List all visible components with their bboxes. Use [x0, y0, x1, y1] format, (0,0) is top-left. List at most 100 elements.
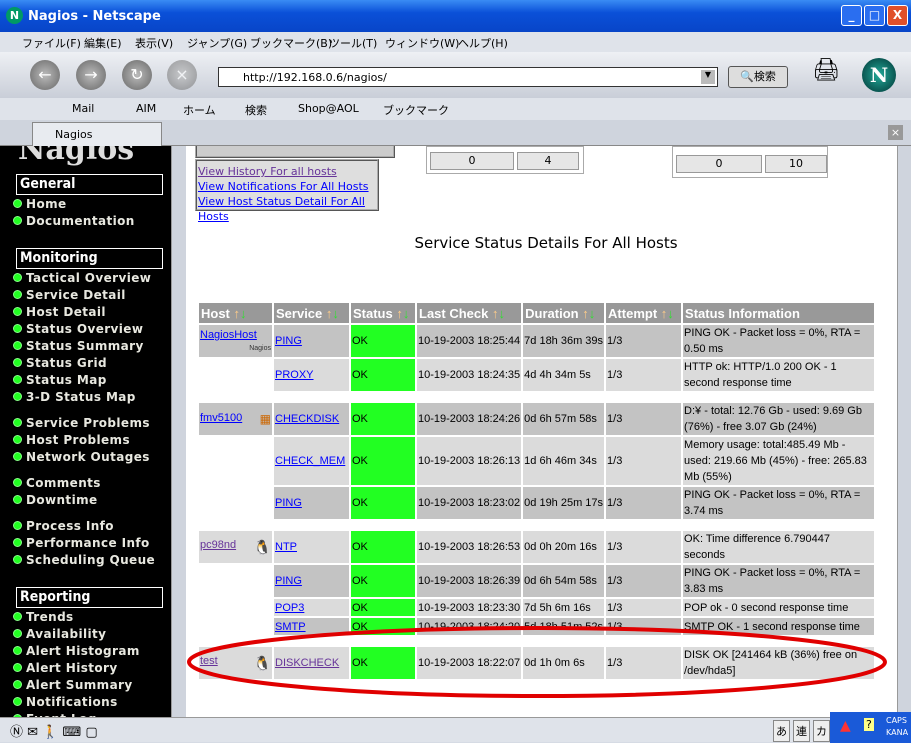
url-dropdown-icon[interactable]: ▼: [701, 70, 715, 84]
sidebar-item[interactable]: Notifications: [13, 695, 118, 709]
bullet-icon: [13, 324, 22, 333]
sidebar-section-header: Monitoring: [16, 248, 163, 269]
personal-toolbar: Mail AIM ホーム 検索 Shop@AOL ブックマーク: [0, 98, 911, 120]
bullet-icon: [13, 663, 22, 672]
bullet-icon: [13, 435, 22, 444]
sidebar-item-label: Host Problems: [26, 433, 130, 447]
bullet-icon: [13, 375, 22, 384]
menu-bar: ファイル(F) 編集(E) 表示(V) ジャンプ(G) ブックマーク(B) ツー…: [0, 32, 911, 52]
main-scrollbar[interactable]: [897, 146, 911, 717]
status-bar: Ⓝ ✉ 🚶 ⌨ ▢ あ 連 カ ▲ ? CAPS KANA: [0, 712, 911, 743]
sidebar-item[interactable]: Status Grid: [13, 356, 107, 370]
sidebar-item-label: Status Overview: [26, 322, 144, 336]
sidebar-item[interactable]: Status Summary: [13, 339, 144, 353]
sidebar-item[interactable]: Alert Summary: [13, 678, 133, 692]
tab-label: Nagios: [55, 128, 93, 141]
bullet-icon: [13, 290, 22, 299]
bullet-icon: [13, 307, 22, 316]
close-tab-icon[interactable]: ×: [888, 125, 903, 140]
bullet-icon: [13, 555, 22, 564]
minimize-button[interactable]: _: [841, 5, 862, 26]
menu-file[interactable]: ファイル(F): [22, 35, 81, 51]
bullet-icon: [13, 646, 22, 655]
sidebar-item[interactable]: Home: [13, 197, 67, 211]
red-annotation-ellipse: [187, 626, 887, 698]
print-icon[interactable]: 🖨: [812, 58, 840, 83]
bookmarks-link[interactable]: ブックマーク: [383, 102, 449, 118]
menu-view[interactable]: 表示(V): [135, 35, 173, 51]
close-button[interactable]: X: [887, 5, 908, 26]
bullet-icon: [13, 629, 22, 638]
bullet-icon: [13, 538, 22, 547]
search-link[interactable]: 検索: [245, 102, 267, 118]
sidebar-item[interactable]: Alert History: [13, 661, 118, 675]
sidebar-item-label: Host Detail: [26, 305, 106, 319]
sidebar-item-label: Status Summary: [26, 339, 144, 353]
url-input[interactable]: http://192.168.0.6/nagios/ ▼: [218, 67, 718, 87]
sidebar-item[interactable]: Status Overview: [13, 322, 143, 336]
menu-help[interactable]: ヘルプ(H): [458, 35, 508, 51]
sidebar-item[interactable]: Trends: [13, 610, 74, 624]
stop-icon[interactable]: ×: [167, 60, 197, 90]
sidebar-item[interactable]: Downtime: [13, 493, 98, 507]
sidebar-scrollbar[interactable]: [171, 146, 186, 717]
aim-link[interactable]: AIM: [136, 102, 156, 115]
netscape-logo: N: [862, 58, 896, 92]
sidebar-item[interactable]: 3-D Status Map: [13, 390, 136, 404]
sidebar-item[interactable]: Host Detail: [13, 305, 106, 319]
sidebar-item[interactable]: Service Problems: [13, 416, 150, 430]
menu-bookmarks[interactable]: ブックマーク(B): [250, 35, 332, 51]
sidebar-item-label: Documentation: [26, 214, 135, 228]
atok-icon[interactable]: ▲: [840, 718, 851, 734]
forward-icon[interactable]: →: [76, 60, 106, 90]
sidebar-item-label: 3-D Status Map: [26, 390, 136, 404]
ime-kana[interactable]: カ: [813, 720, 830, 742]
sidebar-item[interactable]: Status Map: [13, 373, 107, 387]
back-icon[interactable]: ←: [30, 60, 60, 90]
sidebar-item[interactable]: Availability: [13, 627, 106, 641]
bullet-icon: [13, 680, 22, 689]
sidebar-item[interactable]: Host Problems: [13, 433, 130, 447]
bullet-icon: [13, 199, 22, 208]
bullet-icon: [13, 612, 22, 621]
tab-nagios[interactable]: Nagios: [32, 122, 162, 146]
sidebar-item[interactable]: Documentation: [13, 214, 135, 228]
sidebar-item[interactable]: Service Detail: [13, 288, 126, 302]
reload-icon[interactable]: ↻: [122, 60, 152, 90]
sidebar-item[interactable]: Alert Histogram: [13, 644, 140, 658]
sidebar-item[interactable]: Process Info: [13, 519, 114, 533]
sidebar-item[interactable]: Scheduling Queue: [13, 553, 155, 567]
sidebar-item-label: Tactical Overview: [26, 271, 152, 285]
home-link[interactable]: ホーム: [183, 102, 216, 118]
bullet-icon: [13, 521, 22, 530]
bullet-icon: [13, 216, 22, 225]
bullet-icon: [13, 392, 22, 401]
menu-tools[interactable]: ツール(T): [329, 35, 377, 51]
sidebar-item-label: Alert History: [26, 661, 118, 675]
url-text: http://192.168.0.6/nagios/: [243, 71, 387, 84]
menu-go[interactable]: ジャンプ(G): [187, 35, 247, 51]
sidebar-item-label: Alert Summary: [26, 678, 133, 692]
sidebar-item-label: Home: [26, 197, 67, 211]
maximize-button[interactable]: □: [864, 5, 885, 26]
nagios-logo: Nagios: [18, 146, 135, 167]
sidebar-item[interactable]: Network Outages: [13, 450, 150, 464]
help-icon[interactable]: ?: [864, 718, 874, 731]
ime-renbun[interactable]: 連: [793, 720, 810, 742]
caps-indicator: CAPS: [886, 716, 907, 725]
bullet-icon: [13, 418, 22, 427]
ime-hiragana[interactable]: あ: [773, 720, 790, 742]
mail-link[interactable]: Mail: [72, 102, 94, 115]
sidebar-item-label: Service Problems: [26, 416, 150, 430]
sidebar-item-label: Comments: [26, 476, 101, 490]
main-frame: 0 4 0 10 View History For all hosts View…: [186, 146, 897, 717]
annotation-ellipse: [187, 626, 887, 698]
sidebar-item[interactable]: Tactical Overview: [13, 271, 151, 285]
menu-edit[interactable]: 編集(E): [84, 35, 122, 51]
netscape-icon: N: [6, 7, 23, 24]
shop-aol-link[interactable]: Shop@AOL: [298, 102, 359, 115]
search-button[interactable]: 🔍検索: [728, 66, 788, 88]
menu-window[interactable]: ウィンドウ(W): [385, 35, 459, 51]
sidebar-item[interactable]: Performance Info: [13, 536, 150, 550]
sidebar-item[interactable]: Comments: [13, 476, 101, 490]
